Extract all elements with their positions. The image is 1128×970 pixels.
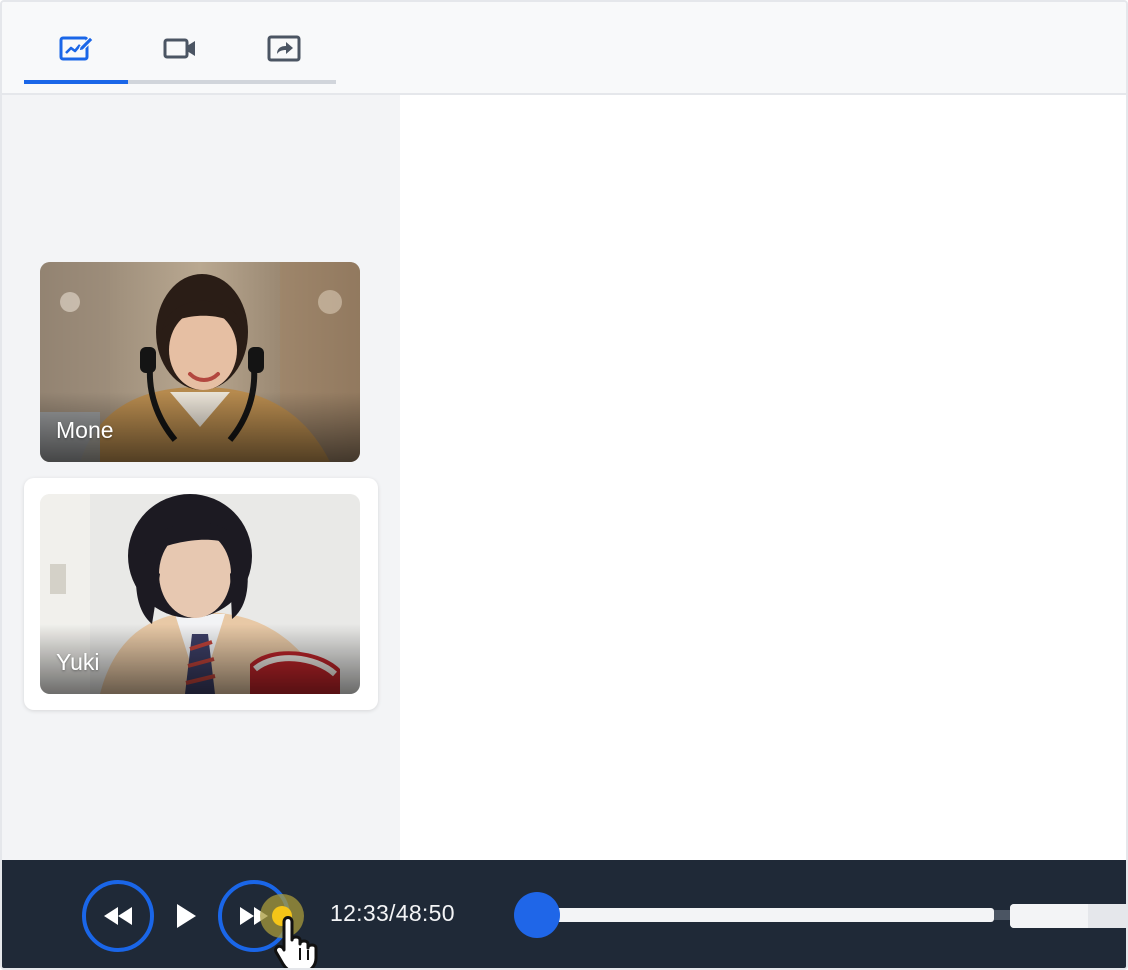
participant-card-mone[interactable]: Mone	[24, 246, 378, 478]
play-icon	[177, 904, 196, 928]
tab-whiteboard[interactable]	[24, 30, 128, 66]
tab-video[interactable]	[128, 30, 232, 66]
app-window: Mone Yuki 12:33/48:50	[0, 0, 1128, 970]
playback-bar: 12:33/48:50	[2, 860, 1126, 968]
play-button[interactable]	[172, 896, 200, 936]
rewind-button[interactable]	[82, 880, 154, 952]
tab-bar	[24, 2, 336, 95]
video-camera-icon	[163, 38, 195, 59]
rewind-icon	[104, 907, 132, 925]
participant-video-tile: Yuki	[40, 494, 360, 694]
fast-forward-icon	[240, 907, 268, 925]
volume-slider[interactable]	[1010, 904, 1126, 928]
main-stage	[400, 95, 1126, 860]
participant-name: Yuki	[56, 649, 100, 675]
participant-card-yuki[interactable]: Yuki	[24, 478, 378, 710]
participant-sidebar: Mone Yuki	[2, 95, 400, 860]
seek-divider	[994, 910, 1010, 920]
tab-screen-share[interactable]	[232, 30, 336, 66]
volume-level	[1010, 904, 1089, 928]
playback-time: 12:33/48:50	[330, 900, 455, 926]
participant-name: Mone	[56, 417, 114, 443]
screen-share-icon	[267, 35, 301, 62]
seek-handle[interactable]	[514, 892, 560, 938]
active-tab-indicator	[24, 80, 128, 84]
whiteboard-icon	[59, 36, 94, 61]
fast-forward-button[interactable]	[218, 880, 290, 952]
top-toolbar	[2, 2, 1126, 95]
seek-track[interactable]	[538, 908, 994, 922]
participant-video-tile: Mone	[40, 262, 360, 462]
